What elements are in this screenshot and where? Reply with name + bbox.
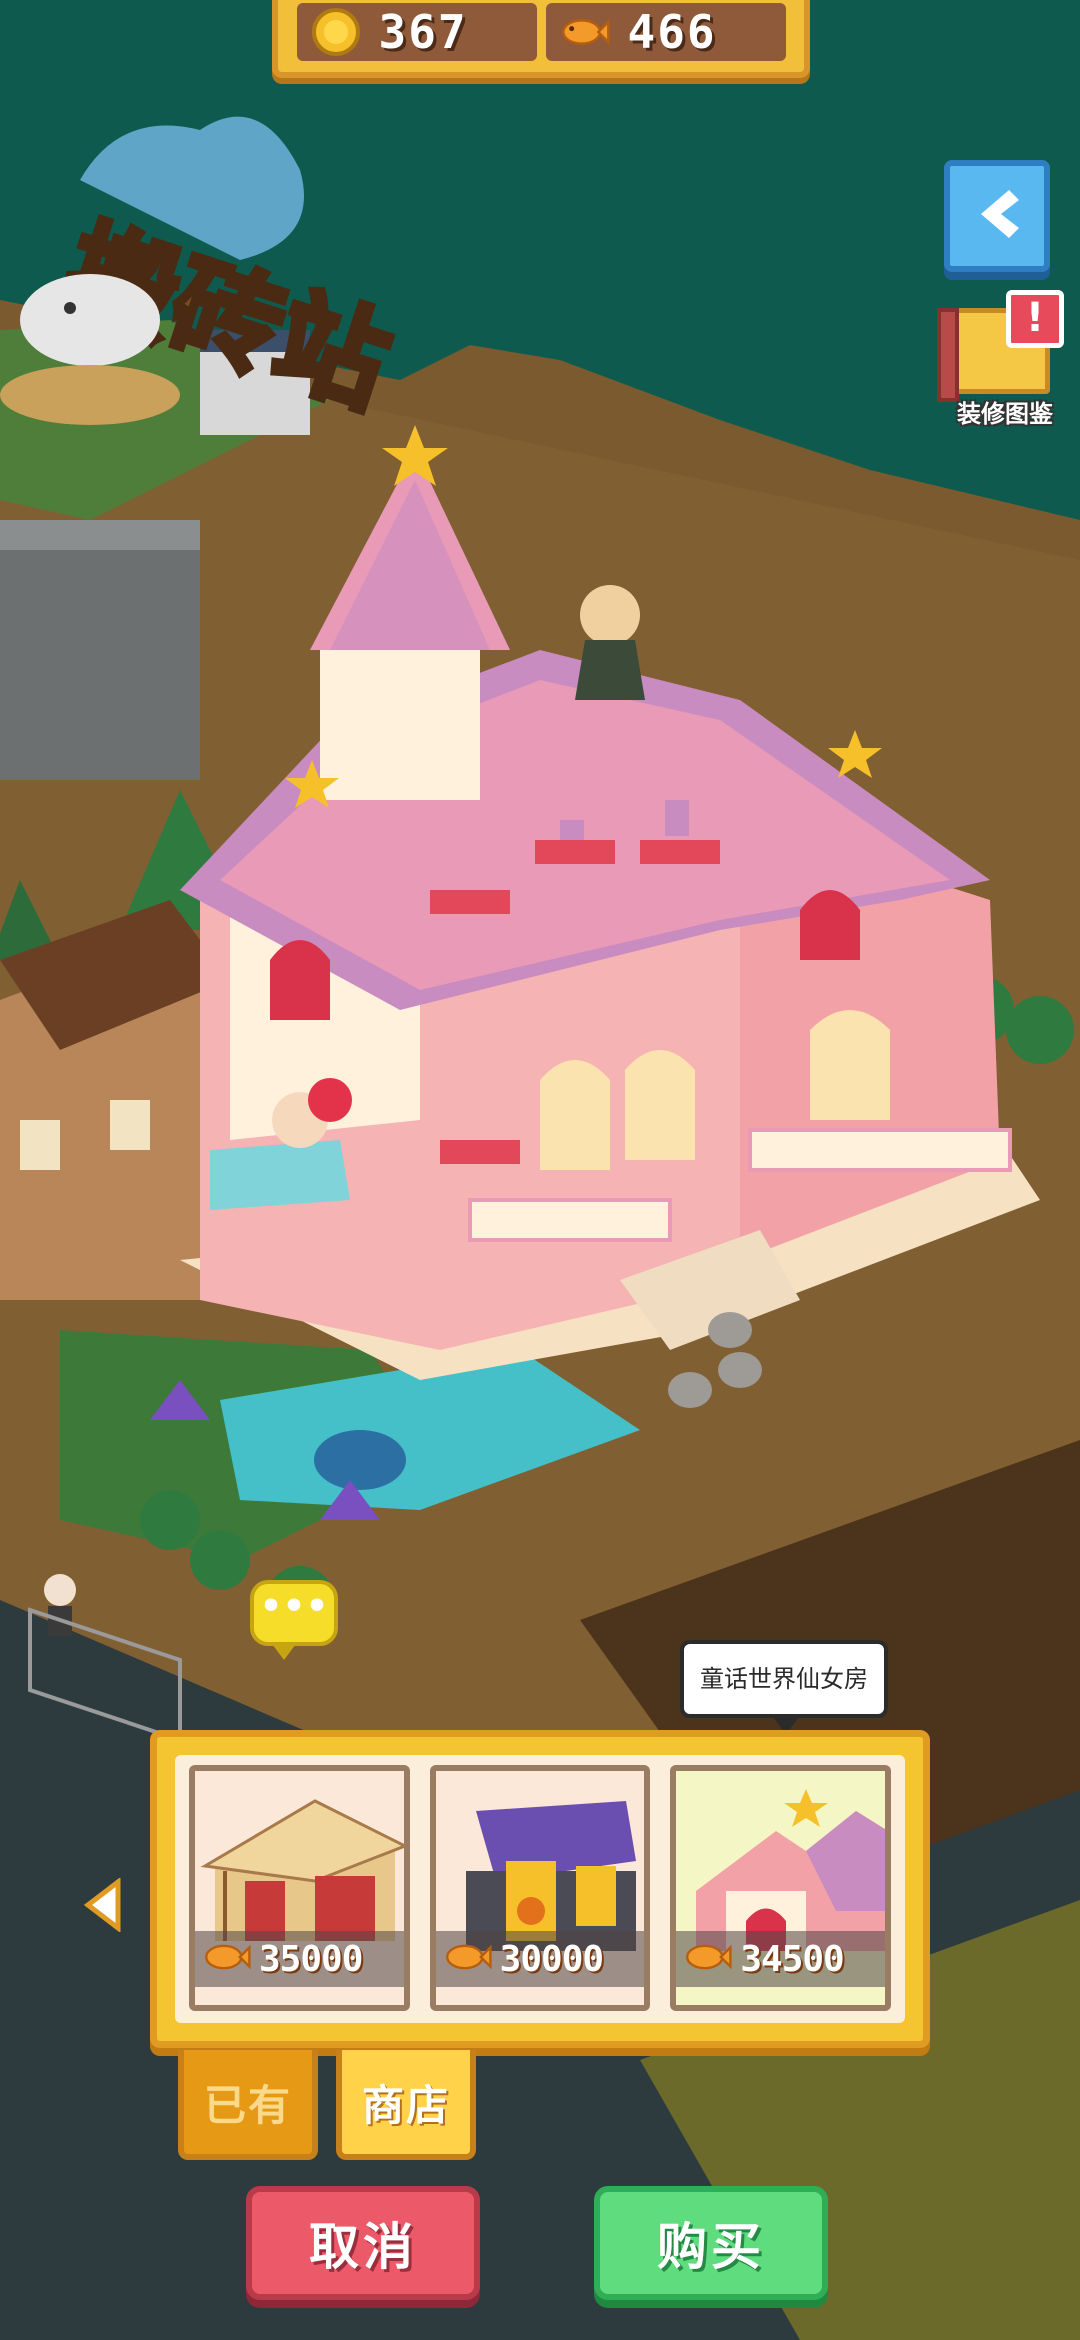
item-price: 34500 [740,1938,844,1980]
fish-icon [682,1941,734,1977]
fish-icon [201,1941,253,1977]
back-button[interactable] [944,160,1050,272]
buy-button[interactable]: 购买 [594,2186,828,2300]
alert-badge: ! [1006,290,1064,348]
shop-item-list: 35000 30000 34500 [175,1755,905,2023]
price-strip: 34500 [676,1931,886,1987]
tab-owned[interactable]: 已有 [178,2050,318,2160]
coin-icon [311,7,361,57]
chevron-left-icon [967,184,1027,248]
coin-counter: 367 [296,3,537,61]
shop-item-haunted-house[interactable]: 30000 [429,1765,651,2011]
price-strip: 30000 [435,1931,645,1987]
shop-item-fairy-house[interactable]: 34500 [670,1765,892,2011]
item-price: 35000 [259,1938,363,1980]
scroll-left-button[interactable] [83,1876,124,1936]
cancel-button[interactable]: 取消 [246,2186,480,2300]
decoration-catalog-button[interactable]: ! 装修图鉴 [937,290,1070,430]
shop-panel: 35000 30000 34500 [150,1730,930,2048]
fish-icon [560,7,610,57]
fish-icon [442,1941,494,1977]
chat-bubble[interactable]: ••• [250,1580,338,1660]
fish-counter: 466 [545,3,786,61]
price-strip: 35000 [195,1931,404,1987]
triangle-left-icon [83,1876,124,1936]
coin-count: 367 [378,5,468,59]
currency-bar: 367 466 [272,0,810,78]
tab-shop[interactable]: 商店 [336,2050,476,2160]
fish-count: 466 [627,5,717,59]
item-price: 30000 [499,1938,604,1980]
item-name-tooltip: 童话世界仙女房 [680,1640,888,1734]
shop-item-wooden-house[interactable]: 35000 [189,1765,410,2011]
catalog-label: 装修图鉴 [957,400,1053,428]
